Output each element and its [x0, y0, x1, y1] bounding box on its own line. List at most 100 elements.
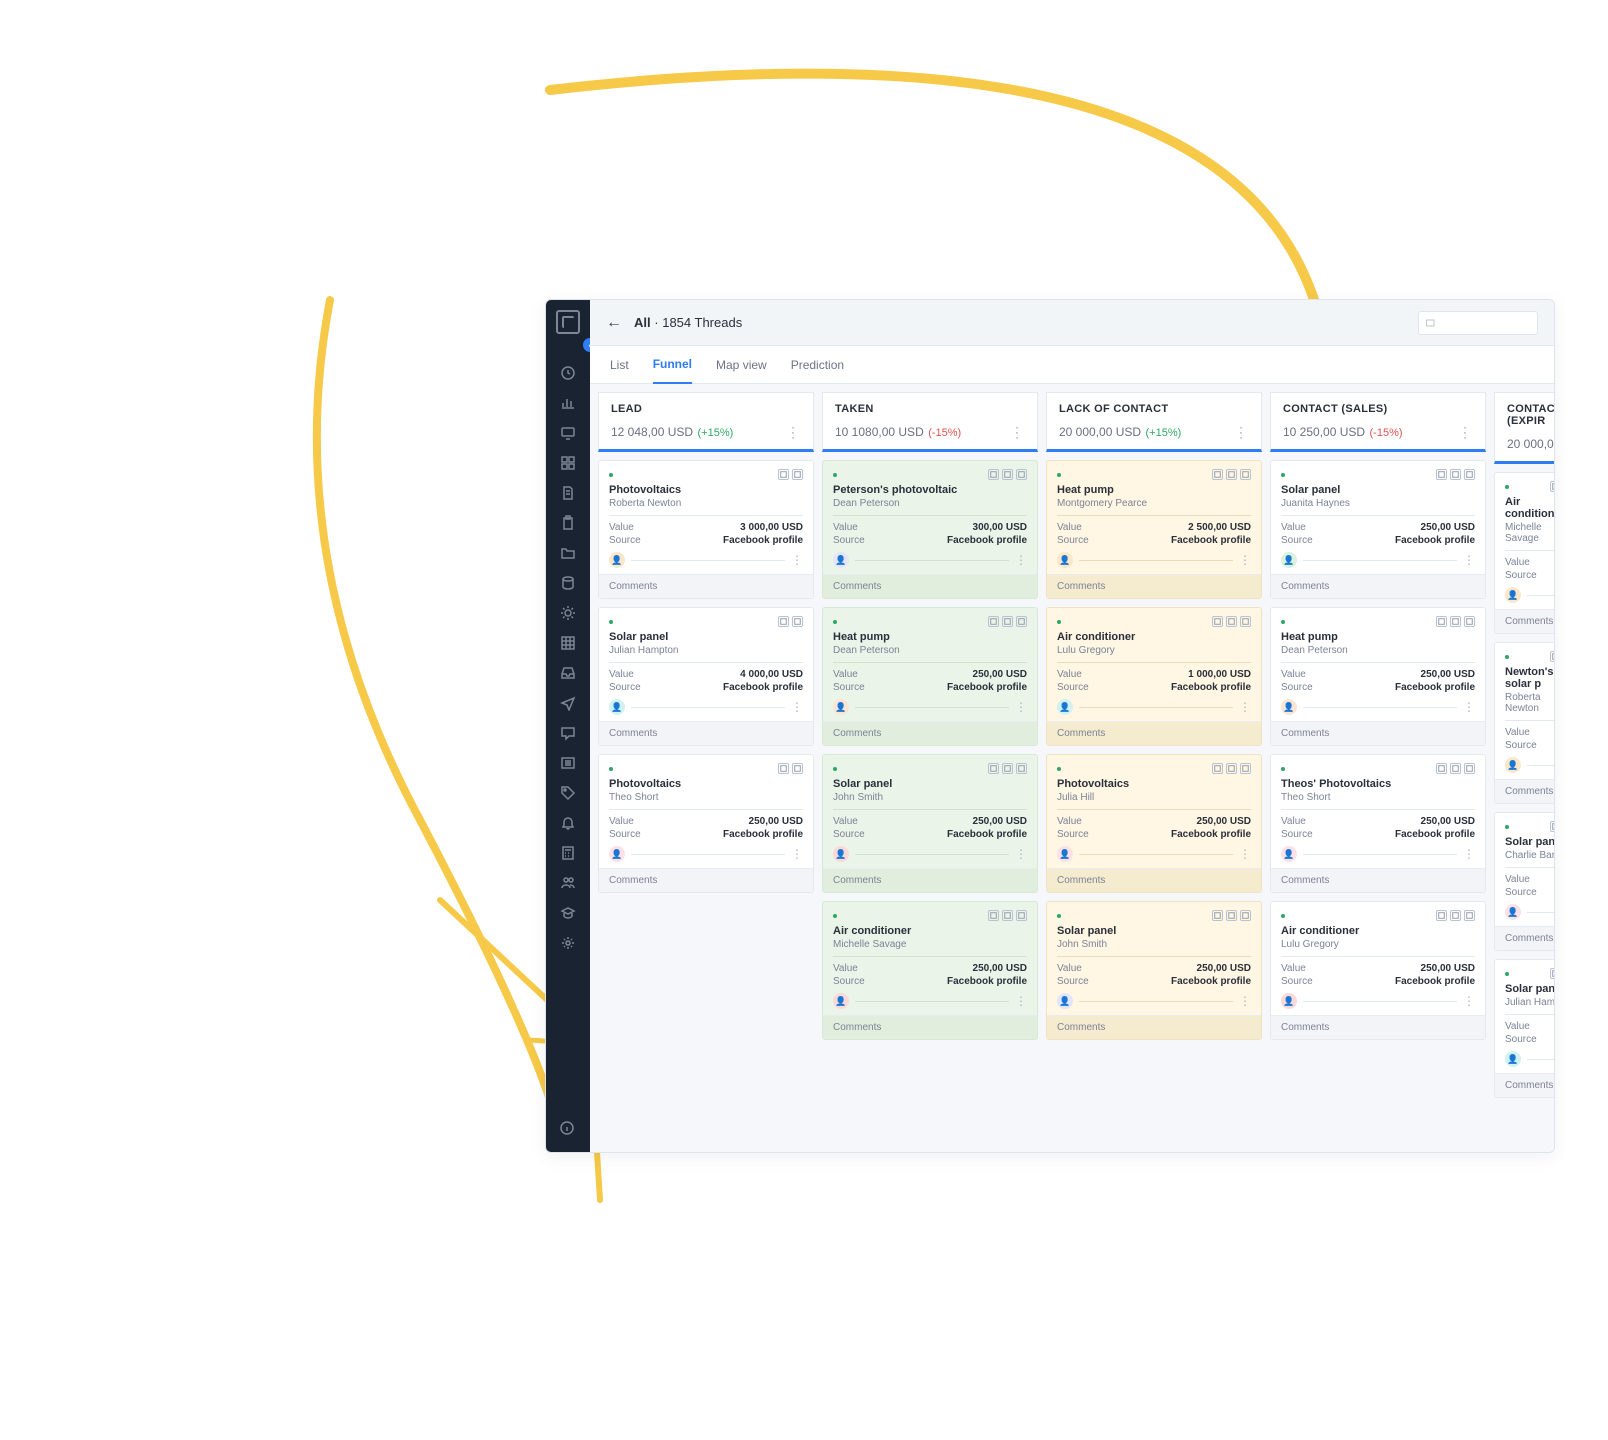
- thread-card[interactable]: Theos' Photovoltaics Theo Short Value250…: [1270, 754, 1486, 893]
- thread-card[interactable]: Heat pump Dean Peterson Value250,00 USD …: [822, 607, 1038, 746]
- comments-section[interactable]: Comments: [823, 721, 1037, 745]
- nav-monitor-icon[interactable]: [559, 424, 577, 442]
- card-calendar-icon[interactable]: [1226, 616, 1237, 627]
- nav-clock-icon[interactable]: [559, 364, 577, 382]
- card-calendar-icon[interactable]: [1450, 616, 1461, 627]
- avatar[interactable]: 👤: [1057, 846, 1073, 862]
- nav-info-icon[interactable]: [559, 1120, 577, 1138]
- card-extra-icon[interactable]: [1464, 763, 1475, 774]
- card-menu-button[interactable]: ⋮: [791, 553, 803, 567]
- card-calendar-icon[interactable]: [1002, 763, 1013, 774]
- comments-section[interactable]: Comments: [1047, 574, 1261, 598]
- breadcrumb-all[interactable]: All: [634, 315, 651, 330]
- nav-chart-icon[interactable]: [559, 394, 577, 412]
- thread-card[interactable]: Solar panel Charlie Barron Value Source …: [1494, 812, 1554, 951]
- card-check-icon[interactable]: [988, 910, 999, 921]
- card-calendar-icon[interactable]: [1450, 910, 1461, 921]
- card-check-icon[interactable]: [778, 469, 789, 480]
- tab-funnel[interactable]: Funnel: [653, 346, 692, 384]
- comments-section[interactable]: Comments: [1047, 868, 1261, 892]
- card-extra-icon[interactable]: [1464, 910, 1475, 921]
- comments-section[interactable]: Comments: [1495, 926, 1554, 950]
- search-input[interactable]: [1418, 311, 1538, 335]
- avatar[interactable]: 👤: [1505, 587, 1521, 603]
- nav-calculator-icon[interactable]: [559, 844, 577, 862]
- nav-tag-icon[interactable]: [559, 784, 577, 802]
- comments-section[interactable]: Comments: [599, 721, 813, 745]
- thread-card[interactable]: Air conditioner Lulu Gregory Value250,00…: [1270, 901, 1486, 1040]
- card-check-icon[interactable]: [1436, 910, 1447, 921]
- card-menu-button[interactable]: ⋮: [1015, 700, 1027, 714]
- comments-section[interactable]: Comments: [1495, 779, 1554, 803]
- nav-gear-icon[interactable]: [559, 604, 577, 622]
- card-extra-icon[interactable]: [1464, 616, 1475, 627]
- thread-card[interactable]: Solar panel John Smith Value250,00 USD S…: [1046, 901, 1262, 1040]
- tab-map[interactable]: Map view: [716, 347, 767, 383]
- avatar[interactable]: 👤: [1281, 846, 1297, 862]
- avatar[interactable]: 👤: [1057, 993, 1073, 1009]
- card-calendar-icon[interactable]: [1226, 469, 1237, 480]
- thread-card[interactable]: Heat pump Dean Peterson Value250,00 USD …: [1270, 607, 1486, 746]
- card-check-icon[interactable]: [1436, 616, 1447, 627]
- nav-education-icon[interactable]: [559, 904, 577, 922]
- card-menu-button[interactable]: ⋮: [1463, 553, 1475, 567]
- comments-section[interactable]: Comments: [823, 574, 1037, 598]
- avatar[interactable]: 👤: [833, 552, 849, 568]
- nav-grid-icon[interactable]: [559, 454, 577, 472]
- thread-card[interactable]: Photovoltaics Theo Short Value250,00 USD…: [598, 754, 814, 893]
- nav-send-icon[interactable]: [559, 694, 577, 712]
- card-calendar-icon[interactable]: [1450, 469, 1461, 480]
- nav-settings-icon[interactable]: [559, 934, 577, 952]
- nav-folder-icon[interactable]: [559, 544, 577, 562]
- thread-card[interactable]: Air conditioner Michelle Savage Value So…: [1494, 472, 1554, 634]
- card-menu-button[interactable]: ⋮: [1463, 847, 1475, 861]
- tab-list[interactable]: List: [610, 347, 629, 383]
- nav-database-icon[interactable]: [559, 574, 577, 592]
- nav-clipboard-icon[interactable]: [559, 514, 577, 532]
- card-menu-button[interactable]: ⋮: [1463, 700, 1475, 714]
- card-calendar-icon[interactable]: [1002, 616, 1013, 627]
- card-check-icon[interactable]: [778, 763, 789, 774]
- card-menu-button[interactable]: ⋮: [1463, 994, 1475, 1008]
- card-check-icon[interactable]: [1550, 821, 1554, 832]
- card-extra-icon[interactable]: [1016, 469, 1027, 480]
- column-menu-button[interactable]: ⋮: [1457, 424, 1473, 440]
- card-check-icon[interactable]: [1436, 763, 1447, 774]
- card-check-icon[interactable]: [1436, 469, 1447, 480]
- card-extra-icon[interactable]: [1240, 763, 1251, 774]
- card-calendar-icon[interactable]: [1226, 763, 1237, 774]
- card-menu-button[interactable]: ⋮: [1015, 847, 1027, 861]
- avatar[interactable]: 👤: [1505, 757, 1521, 773]
- thread-card[interactable]: Solar panel Julian Hampton Value4 000,00…: [598, 607, 814, 746]
- card-extra-icon[interactable]: [1464, 469, 1475, 480]
- avatar[interactable]: 👤: [1281, 699, 1297, 715]
- thread-card[interactable]: Solar panel Julian Hampton Value Source …: [1494, 959, 1554, 1098]
- card-check-icon[interactable]: [988, 763, 999, 774]
- avatar[interactable]: 👤: [833, 699, 849, 715]
- avatar[interactable]: 👤: [833, 846, 849, 862]
- card-calendar-icon[interactable]: [1002, 469, 1013, 480]
- card-check-icon[interactable]: [1550, 481, 1554, 492]
- thread-card[interactable]: Peterson's photovoltaic Dean Peterson Va…: [822, 460, 1038, 599]
- card-menu-button[interactable]: ⋮: [1015, 994, 1027, 1008]
- avatar[interactable]: 👤: [1505, 1051, 1521, 1067]
- nav-chat-icon[interactable]: [559, 724, 577, 742]
- column-menu-button[interactable]: ⋮: [1233, 424, 1249, 440]
- avatar[interactable]: 👤: [1505, 904, 1521, 920]
- comments-section[interactable]: Comments: [1495, 609, 1554, 633]
- card-check-icon[interactable]: [778, 616, 789, 627]
- card-check-icon[interactable]: [988, 469, 999, 480]
- card-menu-button[interactable]: ⋮: [791, 847, 803, 861]
- card-calendar-icon[interactable]: [792, 616, 803, 627]
- comments-section[interactable]: Comments: [1495, 1073, 1554, 1097]
- card-extra-icon[interactable]: [1240, 616, 1251, 627]
- card-menu-button[interactable]: ⋮: [1015, 553, 1027, 567]
- card-menu-button[interactable]: ⋮: [1239, 553, 1251, 567]
- card-check-icon[interactable]: [988, 616, 999, 627]
- comments-section[interactable]: Comments: [823, 868, 1037, 892]
- card-extra-icon[interactable]: [1240, 469, 1251, 480]
- comments-section[interactable]: Comments: [1047, 721, 1261, 745]
- thread-card[interactable]: Air conditioner Lulu Gregory Value1 000,…: [1046, 607, 1262, 746]
- tab-prediction[interactable]: Prediction: [791, 347, 844, 383]
- thread-card[interactable]: Heat pump Montgomery Pearce Value2 500,0…: [1046, 460, 1262, 599]
